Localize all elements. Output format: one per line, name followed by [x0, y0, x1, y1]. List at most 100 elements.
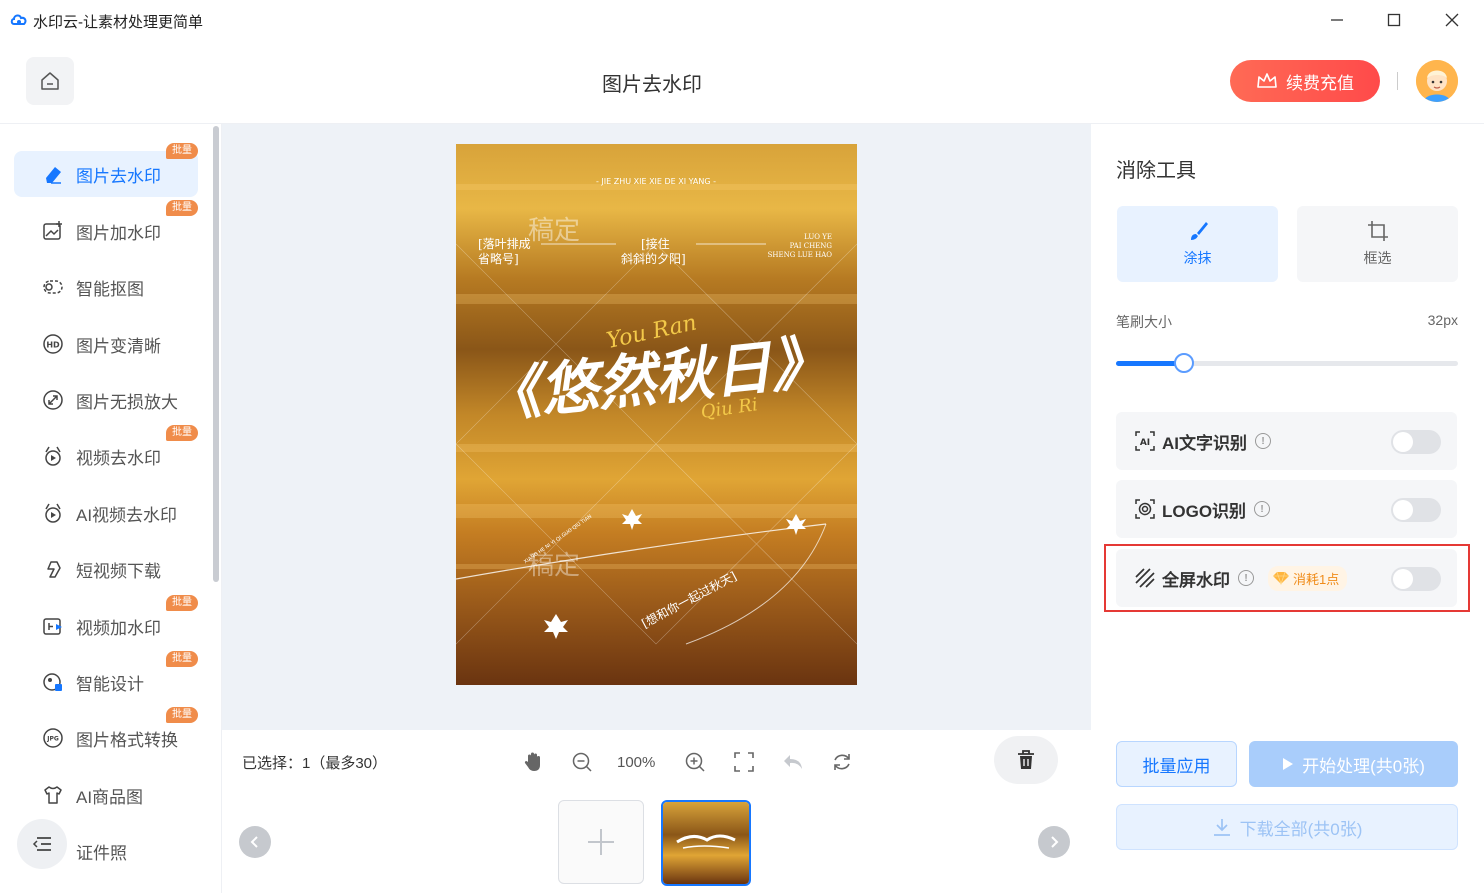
sidebar-item-label: 图片加水印 — [76, 223, 161, 243]
poster-watermark-1: 稿定 — [528, 216, 580, 246]
sidebar-item-video-add-watermark[interactable]: 视频加水印 批量 — [14, 595, 198, 649]
sidebar-item-label: 图片变清晰 — [76, 336, 161, 356]
minimize-icon — [1331, 19, 1343, 21]
maximize-icon — [1387, 13, 1401, 27]
reset-button[interactable] — [826, 746, 858, 778]
hd-icon: HD — [42, 333, 64, 355]
sidebar-item-ai-product-image[interactable]: AI商品图 — [14, 772, 198, 818]
sidebar-item-lossless-enlarge[interactable]: 图片无损放大 — [14, 377, 198, 423]
start-process-button[interactable]: 开始处理(共0张) — [1249, 741, 1458, 787]
sidebar-item-label: 视频去水印 — [76, 448, 161, 468]
box-select-tool-label: 框选 — [1363, 250, 1392, 266]
svg-text:AI: AI — [1140, 438, 1150, 448]
download-all-button[interactable]: 下载全部(共0张) — [1116, 804, 1458, 850]
poster-mid-note-line1: [接住 — [641, 236, 670, 251]
sidebar-item-smart-cutout[interactable]: 智能抠图 — [14, 264, 198, 310]
sidebar-item-image-remove-watermark[interactable]: 图片去水印 批量 — [14, 143, 198, 197]
batch-badge: 批量 — [166, 595, 198, 611]
fit-screen-button[interactable] — [728, 746, 760, 778]
app-logo-icon — [10, 14, 27, 25]
prev-image-button[interactable] — [239, 826, 271, 858]
image-add-icon — [42, 220, 64, 242]
canvas-area[interactable]: - JIE ZHU XIE XIE DE XI YANG - 稿定 [落叶排成 … — [222, 124, 1091, 730]
bottom-toolbar-area: 已选择：1（最多30） 100% — [222, 730, 1091, 893]
refresh-icon — [834, 754, 851, 770]
delete-button[interactable] — [994, 736, 1058, 784]
chevron-right-icon — [1051, 836, 1059, 848]
option-ai-text-recognition: AI AI文字识别 ! — [1116, 412, 1457, 470]
poster-right-note-1: LUO YE — [804, 233, 832, 241]
batch-apply-label: 批量应用 — [1142, 756, 1211, 776]
brush-size-slider[interactable] — [1116, 353, 1458, 373]
maximize-button[interactable] — [1379, 8, 1409, 32]
batch-badge: 批量 — [166, 651, 198, 667]
svg-text:HD: HD — [46, 341, 60, 350]
add-image-button[interactable] — [558, 800, 644, 884]
batch-apply-button[interactable]: 批量应用 — [1116, 741, 1237, 787]
video-add-icon — [42, 615, 64, 637]
minimize-button[interactable] — [1322, 8, 1352, 32]
collapse-menu-button[interactable] — [17, 819, 67, 869]
logo-toggle[interactable] — [1391, 498, 1441, 522]
sidebar-item-label: 视频加水印 — [76, 618, 161, 638]
cutout-icon — [42, 276, 64, 298]
brush-size-handle[interactable] — [1174, 353, 1195, 373]
ai-video-eraser-icon — [42, 502, 64, 524]
sidebar-item-label: 图片无损放大 — [76, 392, 178, 412]
jpg-icon: JPG — [42, 727, 64, 749]
sidebar-item-label: 图片去水印 — [76, 166, 161, 186]
zoom-out-button[interactable] — [566, 746, 598, 778]
undo-button[interactable] — [777, 746, 809, 778]
link-download-icon — [42, 558, 64, 580]
ai-text-toggle[interactable] — [1391, 430, 1441, 454]
window-title: 水印云-让素材处理更简单 — [33, 14, 203, 31]
image-thumbnail[interactable] — [661, 800, 751, 886]
undo-icon — [784, 755, 803, 769]
sidebar-scrollbar[interactable] — [213, 126, 219, 582]
sidebar-item-label: 智能抠图 — [76, 279, 144, 299]
info-icon[interactable]: ! — [1254, 501, 1271, 517]
poster-left-note-line1: [落叶排成 — [478, 237, 531, 251]
zoom-in-button[interactable] — [679, 746, 711, 778]
logo-target-icon — [1135, 499, 1155, 519]
trash-icon — [1018, 750, 1034, 769]
tool-panel: 消除工具 涂抹 框选 笔刷大小 32px AI AI文字识别 ! LOGO识别 … — [1092, 124, 1484, 893]
user-avatar[interactable] — [1416, 60, 1458, 102]
sidebar-item-label: AI商品图 — [76, 787, 144, 807]
vip-recharge-label: 续费充值 — [1286, 73, 1354, 93]
sidebar-item-ai-video-remove-watermark[interactable]: AI视频去水印 — [14, 490, 198, 536]
thumbnail-preview — [663, 802, 749, 884]
header: 图片去水印 续费充值 — [0, 40, 1484, 124]
shirt-icon — [42, 784, 64, 806]
video-eraser-icon — [42, 445, 64, 467]
brush-tool-label: 涂抹 — [1183, 250, 1212, 266]
sidebar-item-short-video-download[interactable]: 短视频下载 — [14, 546, 198, 592]
poster-mid-note-line2: 斜斜的夕阳] — [621, 251, 686, 266]
zoom-in-icon — [686, 752, 705, 772]
play-icon — [1283, 758, 1294, 770]
sidebar-item-smart-design[interactable]: 智能设计 批量 — [14, 651, 198, 705]
download-icon — [1213, 819, 1230, 836]
info-icon[interactable]: ! — [1255, 433, 1271, 449]
sidebar-item-video-remove-watermark[interactable]: 视频去水印 批量 — [14, 425, 198, 479]
sidebar-item-image-sharpen[interactable]: HD 图片变清晰 — [14, 321, 198, 367]
brush-tool-button[interactable]: 涂抹 — [1117, 206, 1278, 282]
sidebar-item-label: 证件照 — [76, 843, 127, 863]
crown-icon — [1257, 73, 1277, 88]
sidebar-item-label: 图片格式转换 — [76, 730, 178, 750]
sidebar-item-label: AI视频去水印 — [76, 505, 178, 525]
sidebar-item-image-add-watermark[interactable]: 图片加水印 批量 — [14, 200, 198, 254]
next-image-button[interactable] — [1038, 826, 1070, 858]
title-bar: 水印云-让素材处理更简单 — [0, 0, 1484, 40]
crop-icon — [1367, 221, 1388, 241]
ai-text-icon: AI — [1135, 431, 1155, 451]
svg-text:JPG: JPG — [46, 736, 59, 743]
close-button[interactable] — [1437, 8, 1467, 32]
vip-recharge-button[interactable]: 续费充值 — [1230, 60, 1380, 102]
poster-right-note-2: PAI CHENG — [790, 242, 833, 250]
sidebar-item-image-format-convert[interactable]: JPG 图片格式转换 批量 — [14, 707, 198, 761]
box-select-tool-button[interactable]: 框选 — [1297, 206, 1458, 282]
hand-icon — [524, 752, 540, 771]
hand-tool-button[interactable] — [517, 746, 549, 778]
option-label: AI文字识别 — [1162, 433, 1247, 453]
